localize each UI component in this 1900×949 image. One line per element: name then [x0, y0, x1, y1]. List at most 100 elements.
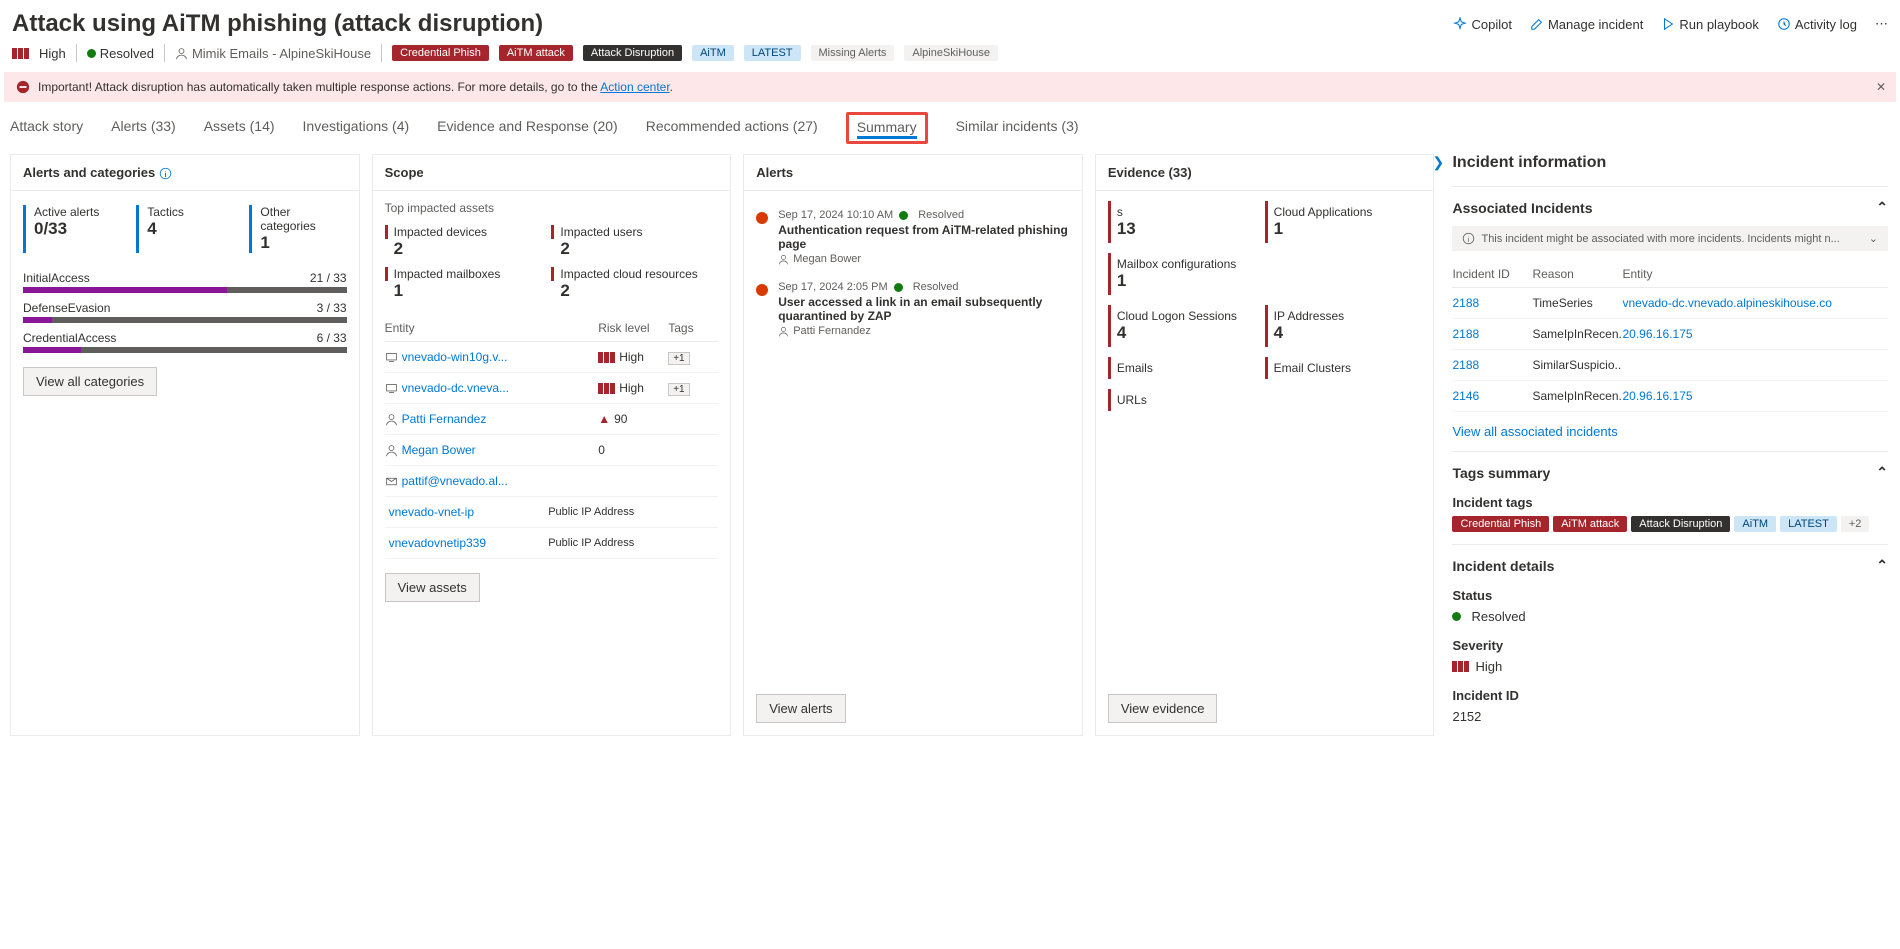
person-icon	[385, 444, 398, 457]
close-icon[interactable]: ✕	[1876, 80, 1886, 94]
info-banner: iThis incident might be associated with …	[1452, 226, 1888, 251]
category-row: CredentialAccess6 / 33	[23, 331, 347, 353]
card-title: Evidence (33)	[1096, 155, 1434, 191]
activity-log-button[interactable]: Activity log	[1777, 17, 1857, 32]
asset-row[interactable]: pattif@vnevado.al...	[385, 466, 719, 497]
associated-incident-row[interactable]: 2188TimeSeriesvnevado-dc.vnevado.alpines…	[1452, 288, 1888, 319]
evidence-stat: Mailbox configurations1	[1108, 253, 1422, 295]
owner: Mimik Emails - AlpineSkiHouse	[175, 46, 371, 61]
evidence-stat: s13	[1108, 201, 1265, 243]
kpi: Tactics4	[136, 205, 233, 253]
tags-summary-header[interactable]: Tags summary⌃	[1452, 464, 1888, 481]
chevron-right-icon[interactable]: ❯	[1432, 154, 1444, 171]
tag: AiTM attack	[1553, 516, 1627, 532]
incident-id-value: 2152	[1452, 709, 1888, 724]
tag: Attack Disruption	[583, 45, 682, 61]
severity-label: Severity	[1452, 638, 1888, 653]
device-icon	[385, 351, 398, 364]
person-icon	[385, 413, 398, 426]
asset-row[interactable]: Patti Fernandez▲ 90	[385, 404, 719, 435]
kpi: Active alerts0/33	[23, 205, 120, 253]
evidence-stat: Email Clusters	[1265, 357, 1422, 379]
tag: Attack Disruption	[1631, 516, 1730, 532]
associated-incident-row[interactable]: 2188SameIpInRecen...20.96.16.175	[1452, 319, 1888, 350]
alert-item[interactable]: Sep 17, 2024 2:05 PM ResolvedUser access…	[756, 273, 1070, 345]
tag: LATEST	[1780, 516, 1837, 532]
alert-dot-icon	[756, 212, 768, 224]
action-center-link[interactable]: Action center	[600, 80, 669, 94]
tab-alerts-[interactable]: Alerts (33)	[111, 118, 176, 144]
page-title: Attack using AiTM phishing (attack disru…	[12, 10, 543, 38]
tag: AlpineSkiHouse	[904, 45, 998, 61]
card-title: Alerts	[744, 155, 1082, 191]
tab-assets-[interactable]: Assets (14)	[204, 118, 275, 144]
info-icon: i	[1462, 232, 1475, 245]
associated-incident-row[interactable]: 2188SimilarSuspicio...	[1452, 350, 1888, 381]
view-alerts-button[interactable]: View alerts	[756, 694, 845, 723]
alert-dot-icon	[756, 284, 768, 296]
kpi: Other categories1	[249, 205, 346, 253]
view-evidence-button[interactable]: View evidence	[1108, 694, 1218, 723]
tag: LATEST	[744, 45, 801, 61]
stop-icon	[16, 80, 30, 94]
status-dot-icon	[1452, 612, 1461, 621]
view-assets-button[interactable]: View assets	[385, 573, 480, 602]
scope-stat: Impacted users2	[551, 221, 718, 263]
associated-incidents-header[interactable]: Associated Incidents⌃	[1452, 199, 1888, 216]
card-title: Alerts and categories i	[11, 155, 359, 191]
asset-row[interactable]: vnevadovnetip339Public IP Address	[385, 528, 719, 559]
run-playbook-button[interactable]: Run playbook	[1661, 17, 1759, 32]
status-dot-icon	[87, 49, 96, 58]
incident-details-header[interactable]: Incident details⌃	[1452, 557, 1888, 574]
incident-id-label: Incident ID	[1452, 688, 1888, 703]
copilot-button[interactable]: Copilot	[1453, 17, 1511, 32]
evidence-stat: IP Addresses4	[1265, 305, 1422, 347]
card-title: Scope	[373, 155, 731, 191]
evidence-stat: Cloud Logon Sessions4	[1108, 305, 1265, 347]
tag: AiTM	[692, 45, 734, 61]
chevron-up-icon: ⌃	[1876, 199, 1888, 216]
tag: Credential Phish	[392, 45, 489, 61]
scope-subtitle: Top impacted assets	[385, 201, 719, 215]
tag: +2	[1841, 516, 1870, 532]
more-button[interactable]: ⋯	[1875, 16, 1888, 32]
tag: Credential Phish	[1452, 516, 1549, 532]
tab-similar-incidents-[interactable]: Similar incidents (3)	[956, 118, 1079, 144]
asset-row[interactable]: vnevado-dc.vneva... High+1	[385, 373, 719, 404]
asset-row[interactable]: vnevado-vnet-ipPublic IP Address	[385, 497, 719, 528]
associated-incident-row[interactable]: 2146SameIpInRecen...20.96.16.175	[1452, 381, 1888, 412]
asset-row[interactable]: Megan Bower0	[385, 435, 719, 466]
view-all-associated-link[interactable]: View all associated incidents	[1452, 424, 1617, 439]
category-row: DefenseEvasion3 / 33	[23, 301, 347, 323]
mail-icon	[385, 475, 398, 488]
status-text: Resolved	[100, 46, 154, 61]
tag: AiTM attack	[499, 45, 573, 61]
chevron-up-icon: ⌃	[1876, 557, 1888, 574]
chevron-up-icon: ⌃	[1876, 464, 1888, 481]
side-panel-title: Incident information	[1452, 154, 1888, 172]
evidence-stat: URLs	[1108, 389, 1265, 411]
view-all-categories-button[interactable]: View all categories	[23, 367, 157, 396]
tab-evidence-and-response-[interactable]: Evidence and Response (20)	[437, 118, 618, 144]
tag: Missing Alerts	[811, 45, 895, 61]
tab-summary[interactable]: Summary	[846, 112, 928, 144]
severity-text: High	[39, 46, 66, 61]
warning-banner: Important! Attack disruption has automat…	[4, 72, 1896, 102]
asset-row[interactable]: vnevado-win10g.v... High+1	[385, 342, 719, 373]
info-icon[interactable]: i	[159, 167, 172, 180]
evidence-stat: Emails	[1108, 357, 1265, 379]
evidence-stat: Cloud Applications1	[1265, 201, 1422, 243]
chevron-down-icon[interactable]: ⌄	[1869, 232, 1878, 245]
svg-text:i: i	[164, 170, 166, 179]
device-icon	[385, 382, 398, 395]
incident-tags-label: Incident tags	[1452, 495, 1888, 510]
severity-icon	[1452, 661, 1469, 672]
scope-stat: Impacted mailboxes1	[385, 263, 552, 305]
alert-item[interactable]: Sep 17, 2024 10:10 AM ResolvedAuthentica…	[756, 201, 1070, 273]
tab-investigations-[interactable]: Investigations (4)	[303, 118, 410, 144]
manage-incident-button[interactable]: Manage incident	[1530, 17, 1643, 32]
scope-stat: Impacted cloud resources2	[551, 263, 718, 305]
svg-text:i: i	[1468, 235, 1470, 244]
tab-recommended-actions-[interactable]: Recommended actions (27)	[646, 118, 818, 144]
tab-attack-story[interactable]: Attack story	[10, 118, 83, 144]
